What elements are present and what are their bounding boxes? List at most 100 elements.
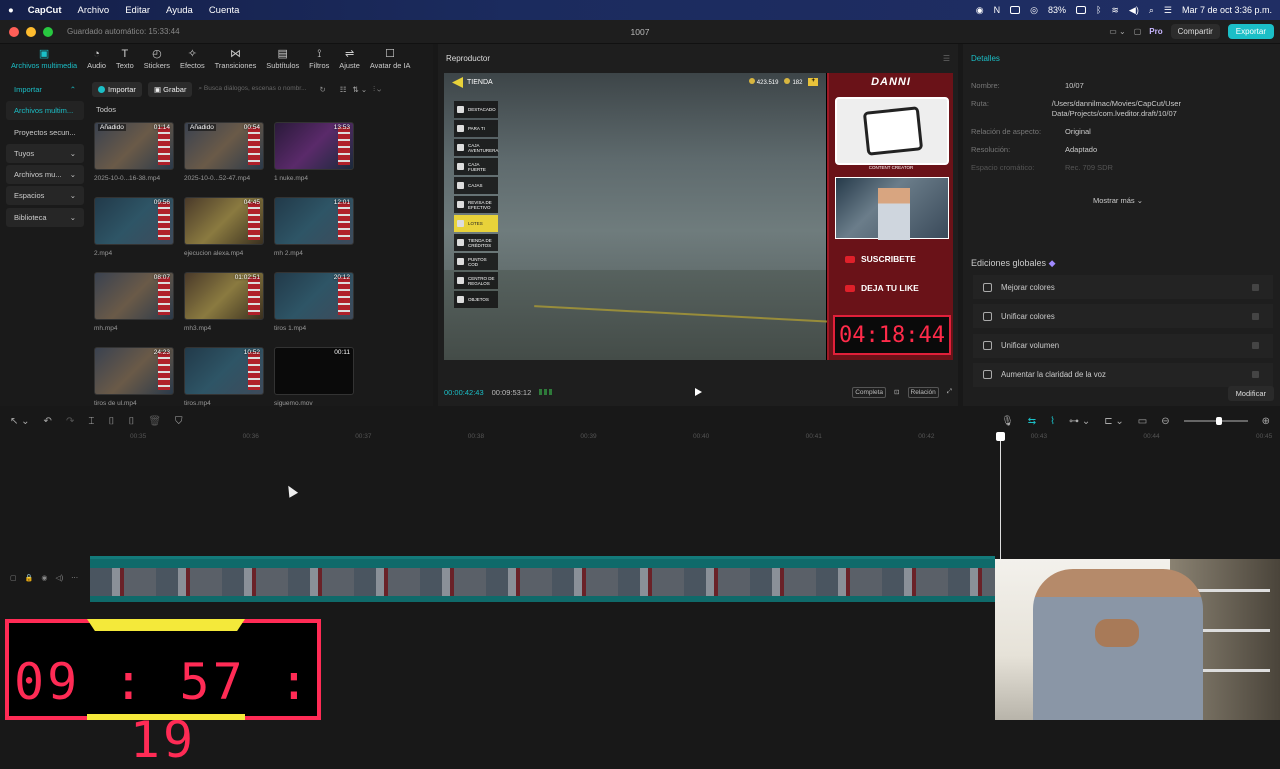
close-window-button[interactable] [9, 26, 19, 37]
menu-archivo[interactable]: Archivo [78, 5, 110, 16]
notion-icon[interactable]: N [994, 5, 1001, 15]
global-edit-item[interactable]: Unificar volumen [973, 333, 1273, 358]
fullscreen-icon[interactable]: ⤢ [947, 388, 952, 396]
thumbnail-image[interactable]: 08:07 [94, 272, 174, 320]
zoom-slider[interactable] [1183, 417, 1248, 425]
track-cover-icon[interactable]: ▢ [10, 574, 17, 582]
toggle-checkbox[interactable] [1252, 283, 1259, 291]
zoom-knob[interactable] [1215, 417, 1222, 425]
cast-icon[interactable]: ◉ [976, 5, 984, 16]
toolbar-ai-avatar[interactable]: ☐ Avatar de IA [365, 48, 416, 74]
eye-icon[interactable]: ◉ [41, 574, 47, 582]
media-thumbnail[interactable]: 08:07 mh.mp4 [94, 272, 174, 347]
thumbnail-image[interactable]: 01:02:51 [184, 272, 264, 320]
zoom-in-icon[interactable]: ⊕ [1262, 416, 1270, 427]
toggle-checkbox[interactable] [1252, 371, 1259, 379]
lock-icon[interactable]: 🔒 [25, 574, 34, 582]
thumbnail-image[interactable]: 24:23 [94, 347, 174, 395]
link-icon[interactable]: ⇆ [1028, 416, 1036, 427]
toolbar-sticker[interactable]: ◴ Stickers [139, 48, 175, 74]
sidebar-item[interactable]: Tuyos ⌄ [6, 143, 84, 163]
menu-icon[interactable]: ☰ [943, 54, 950, 63]
playhead[interactable] [996, 432, 1005, 567]
media-thumbnail[interactable]: 04:45 ejecucion alexa.mp4 [184, 197, 264, 272]
global-edit-item[interactable]: Mejorar colores [973, 275, 1273, 299]
thumbnail-image[interactable]: 12:01 [274, 197, 354, 245]
more-icon[interactable]: ⋯ [71, 574, 78, 582]
export-button[interactable]: Exportar [1227, 24, 1274, 39]
sort-icon[interactable]: ⇅ ⌄ [352, 85, 367, 94]
thumbnail-image[interactable]: 20:12 [274, 272, 354, 320]
waveform-icon[interactable] [539, 389, 554, 395]
share-button[interactable]: Compartir [1170, 24, 1220, 39]
thumbnail-image[interactable]: 13:53 [274, 122, 354, 170]
sidebar-item[interactable]: Biblioteca ⌄ [6, 207, 84, 227]
preview-axis-icon[interactable]: ⊏ ⌄ [1104, 416, 1124, 427]
undo-icon[interactable]: ↶ [44, 416, 52, 427]
datetime[interactable]: Mar 7 de oct 3:36 p.m. [1182, 5, 1272, 15]
maximize-window-button[interactable] [43, 26, 53, 37]
thumbnail-image[interactable]: 04:45 [184, 197, 264, 245]
toolbar-transition[interactable]: ⋈ Transiciones [210, 48, 262, 74]
toolbar-audio[interactable]: ◔ Audio [82, 48, 111, 74]
global-edit-item[interactable]: Aumentar la claridad de la voz [973, 362, 1273, 387]
thumbnail-image[interactable]: 01:14 Añadido [94, 122, 174, 170]
split-icon[interactable]: ⌶ [88, 416, 94, 427]
monitor-icon[interactable]: ▢ [1134, 27, 1142, 36]
magnet-icon[interactable]: ⌇ [1050, 416, 1055, 427]
shield-icon[interactable]: ⛉ [175, 416, 183, 427]
media-thumbnail[interactable]: 01:14 Añadido 2025-10-0...16-38.mp4 [94, 122, 174, 197]
sidebar-item[interactable]: Archivos mu... ⌄ [6, 165, 84, 185]
airdrop-icon[interactable]: ◎ [1030, 5, 1038, 16]
search-icon[interactable]: ⌕ [1149, 5, 1154, 16]
media-thumbnail[interactable]: 00:54 Añadido 2025-10-0...52-47.mp4 [184, 122, 264, 197]
split-left-icon[interactable]: ⌷ [108, 416, 114, 427]
record-button[interactable]: ▣ Grabar [147, 81, 193, 97]
menu-cuenta[interactable]: Cuenta [209, 5, 240, 16]
snapshot-icon[interactable]: ⊡ [894, 388, 899, 396]
search-input[interactable]: ⌕ Busca diálogos, escenas o nombr... [198, 85, 313, 93]
chain-icon[interactable]: ⊶ ⌄ [1069, 416, 1090, 427]
filter-icon[interactable]: ⫶ ⌄ [373, 84, 381, 94]
media-thumbnail[interactable]: 09:56 2.mp4 [94, 197, 174, 272]
show-more-button[interactable]: Mostrar más ⌄ [1093, 196, 1143, 205]
redo-icon[interactable]: ↷ [66, 416, 74, 427]
import-button[interactable]: Importar [92, 81, 142, 97]
toolbar-filter[interactable]: ⟟ Filtros [304, 48, 334, 74]
zoom-out-icon[interactable]: ⊖ [1161, 416, 1169, 427]
menu-editar[interactable]: Editar [125, 5, 150, 16]
layout-icon[interactable]: ▭ ⌄ [1109, 27, 1125, 36]
pro-badge[interactable]: Pro [1149, 27, 1162, 36]
thumbnail-image[interactable]: 00:54 Añadido [184, 122, 264, 170]
play-icon[interactable] [695, 388, 702, 396]
mic-icon[interactable]: 🎙 [1001, 416, 1014, 427]
toolbar-media[interactable]: ▣ Archivos multimedia [6, 48, 82, 74]
toggle-checkbox[interactable] [1252, 342, 1259, 350]
full-button[interactable]: Completa [852, 386, 887, 398]
filter-all-tab[interactable]: Todos [96, 105, 116, 114]
media-thumbnail[interactable]: 13:53 1 nuke.mp4 [274, 122, 354, 197]
timeline-ruler[interactable]: 00:35 00:36 00:37 00:38 00:39 00:40 00:41 00:42… [90, 432, 1280, 444]
display-icon[interactable] [1010, 6, 1021, 14]
toggle-checkbox[interactable] [1252, 312, 1259, 320]
preview-canvas[interactable]: TIENDA 423.519 182 + DESTACADO PARA TI CAJ… [444, 73, 953, 360]
toolbar-effects[interactable]: ✧ Efectos [175, 48, 210, 74]
app-name[interactable]: CapCut [28, 5, 62, 16]
toolbar-text[interactable]: T Texto [111, 48, 139, 74]
menu-ayuda[interactable]: Ayuda [166, 5, 193, 16]
refresh-icon[interactable]: ↻ [319, 85, 325, 94]
control-center-icon[interactable]: ☰ [1164, 5, 1172, 16]
select-tool-icon[interactable]: ↖ ⌄ [10, 416, 30, 427]
sidebar-item[interactable]: Espacios ⌄ [6, 186, 84, 206]
global-edit-item[interactable]: Unificar colores [973, 304, 1273, 329]
wifi-icon[interactable]: ≋ [1111, 5, 1119, 16]
ratio-button[interactable]: Relación [907, 386, 939, 398]
minimize-window-button[interactable] [26, 26, 36, 37]
thumbnail-image[interactable]: 10:52 [184, 347, 264, 395]
audio-icon[interactable]: ◁) [55, 574, 63, 582]
modify-button[interactable]: Modificar [1227, 386, 1274, 401]
media-thumbnail[interactable]: 01:02:51 mh3.mp4 [184, 272, 264, 347]
media-thumbnail[interactable]: 12:01 mh 2.mp4 [274, 197, 354, 272]
split-right-icon[interactable]: ⌷ [128, 416, 134, 427]
thumbnail-image[interactable]: 00:11 [274, 347, 354, 395]
